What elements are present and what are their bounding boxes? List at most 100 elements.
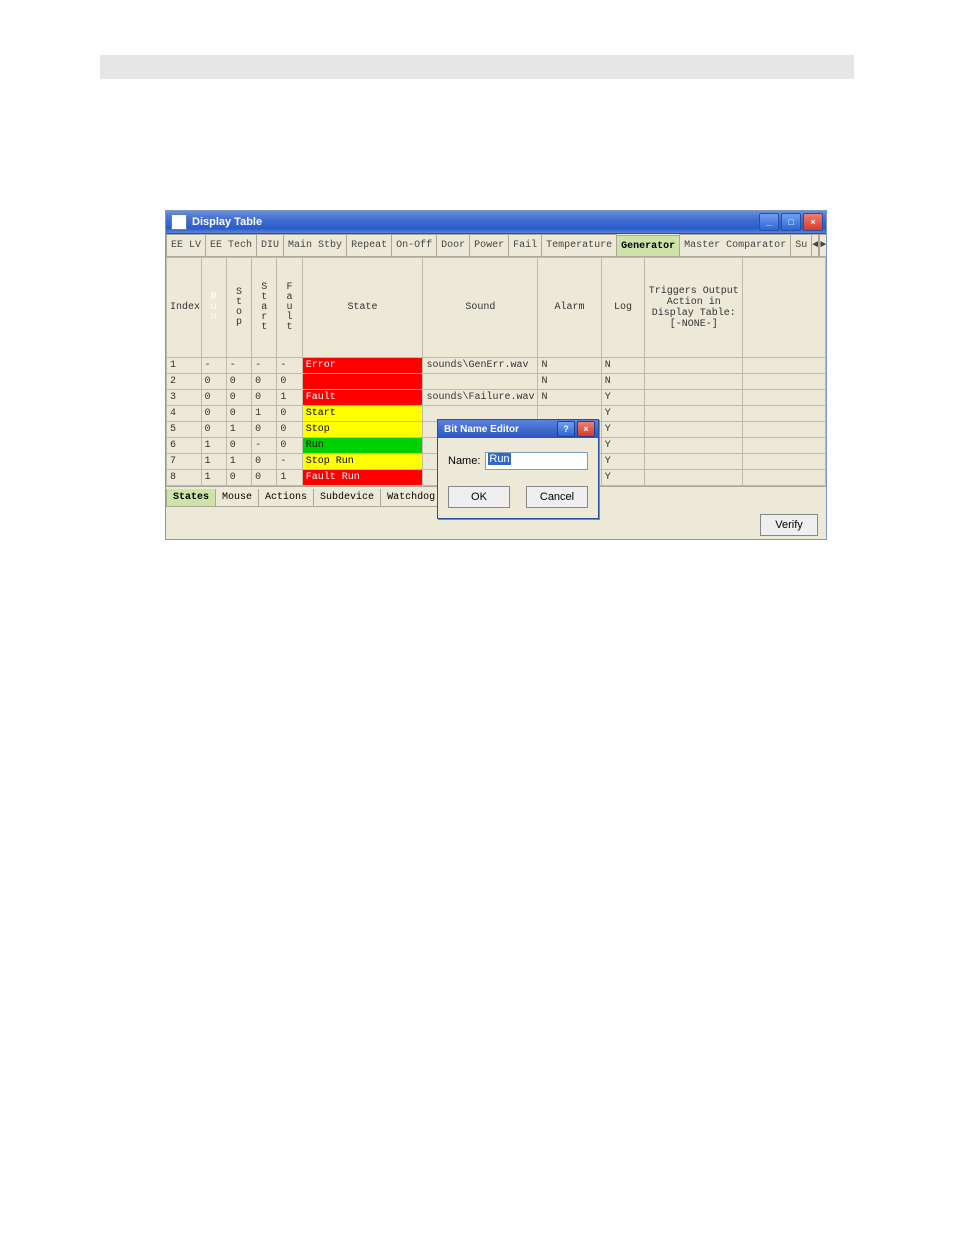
dialog-titlebar[interactable]: Bit Name Editor ? × [438,420,598,438]
tab-generator[interactable]: Generator [616,235,680,257]
table-cell[interactable]: 1 [201,470,226,486]
table-cell[interactable] [743,454,826,470]
table-cell[interactable]: - [201,358,226,374]
window-maximize-button[interactable]: □ [781,213,801,231]
table-cell[interactable] [645,406,743,422]
table-cell[interactable] [743,390,826,406]
table-cell[interactable] [645,390,743,406]
table-cell[interactable]: 0 [201,374,226,390]
table-cell[interactable]: 0 [252,454,277,470]
tab-su[interactable]: Su [790,234,812,256]
table-cell[interactable]: - [252,438,277,454]
table-cell[interactable]: N [538,358,601,374]
dialog-cancel-button[interactable]: Cancel [526,486,588,508]
table-cell[interactable]: 5 [167,422,202,438]
table-cell[interactable]: Fault Run [302,470,423,486]
col-stop[interactable]: Stop [226,258,251,358]
window-titlebar[interactable]: Display Table _ □ × [166,211,826,234]
tab-repeat[interactable]: Repeat [346,234,392,256]
btab-actions[interactable]: Actions [258,489,314,507]
col-index[interactable]: Index [167,258,202,358]
table-cell[interactable]: Y [601,470,645,486]
table-cell[interactable]: 6 [167,438,202,454]
table-cell[interactable]: 2 [167,374,202,390]
table-cell[interactable]: Error [302,358,423,374]
table-cell[interactable]: 1 [201,438,226,454]
table-cell[interactable] [645,358,743,374]
table-cell[interactable] [743,422,826,438]
table-cell[interactable]: 1 [201,454,226,470]
table-cell[interactable]: - [277,358,302,374]
tab-temperature[interactable]: Temperature [541,234,617,256]
table-row[interactable]: 1----Errorsounds\GenErr.wavNN [167,358,826,374]
btab-subdevice[interactable]: Subdevice [313,489,381,507]
btab-states[interactable]: States [166,489,216,507]
table-cell[interactable]: N [538,374,601,390]
dialog-help-button[interactable]: ? [557,421,575,437]
col-sound[interactable]: Sound [423,258,538,358]
table-cell[interactable] [743,374,826,390]
table-cell[interactable]: 4 [167,406,202,422]
table-cell[interactable]: 0 [277,406,302,422]
table-cell[interactable] [645,374,743,390]
table-cell[interactable]: Y [601,454,645,470]
dialog-name-input[interactable]: Run [485,452,588,470]
table-cell[interactable]: 1 [252,406,277,422]
tab-main-stby[interactable]: Main Stby [283,234,347,256]
table-cell[interactable]: Y [601,406,645,422]
btab-mouse[interactable]: Mouse [215,489,259,507]
dialog-close-button[interactable]: × [577,421,595,437]
tab-on-off[interactable]: On-Off [391,234,437,256]
table-cell[interactable]: 3 [167,390,202,406]
table-cell[interactable] [743,406,826,422]
table-cell[interactable] [423,374,538,390]
table-cell[interactable]: Y [601,422,645,438]
table-cell[interactable]: 0 [277,438,302,454]
dialog-ok-button[interactable]: OK [448,486,510,508]
btab-watchdog[interactable]: Watchdog [380,489,442,507]
table-cell[interactable]: 1 [277,390,302,406]
table-cell[interactable]: 0 [226,438,251,454]
table-cell[interactable] [645,470,743,486]
tab-ee-tech[interactable]: EE Tech [205,234,257,256]
table-cell[interactable]: 1 [277,470,302,486]
table-cell[interactable] [743,358,826,374]
table-cell[interactable]: 0 [201,406,226,422]
tab-nav-left-button[interactable]: ◄ [811,234,819,256]
table-cell[interactable]: N [601,374,645,390]
tab-power[interactable]: Power [469,234,509,256]
table-cell[interactable]: 1 [226,422,251,438]
table-cell[interactable]: 0 [226,470,251,486]
table-cell[interactable] [645,422,743,438]
table-cell[interactable]: 0 [226,406,251,422]
table-cell[interactable]: Run [302,438,423,454]
col-trigger[interactable]: Triggers Output Action in Display Table:… [645,258,743,358]
table-cell[interactable]: 0 [277,374,302,390]
table-cell[interactable]: 0 [201,422,226,438]
table-cell[interactable]: Fault [302,390,423,406]
table-cell[interactable]: 0 [252,470,277,486]
tab-fail[interactable]: Fail [508,234,542,256]
table-cell[interactable]: 1 [167,358,202,374]
window-close-button[interactable]: × [803,213,823,231]
table-cell[interactable]: - [226,358,251,374]
table-row[interactable]: 30001Faultsounds\Failure.wavNY [167,390,826,406]
table-cell[interactable]: Y [601,390,645,406]
tab-diu[interactable]: DIU [256,234,284,256]
col-fault[interactable]: Fault [277,258,302,358]
table-cell[interactable]: 0 [252,374,277,390]
table-cell[interactable]: 1 [226,454,251,470]
tab-door[interactable]: Door [436,234,470,256]
table-cell[interactable]: 0 [252,422,277,438]
tab-ee-lv[interactable]: EE LV [166,234,206,256]
table-cell[interactable]: - [277,454,302,470]
table-cell[interactable]: sounds\GenErr.wav [423,358,538,374]
table-cell[interactable]: Stop [302,422,423,438]
table-row[interactable]: 20000NN [167,374,826,390]
verify-button[interactable]: Verify [760,514,818,536]
col-state[interactable]: State [302,258,423,358]
table-cell[interactable]: 0 [252,390,277,406]
table-cell[interactable]: 0 [201,390,226,406]
col-run[interactable]: Run [201,258,226,358]
table-cell[interactable]: 7 [167,454,202,470]
